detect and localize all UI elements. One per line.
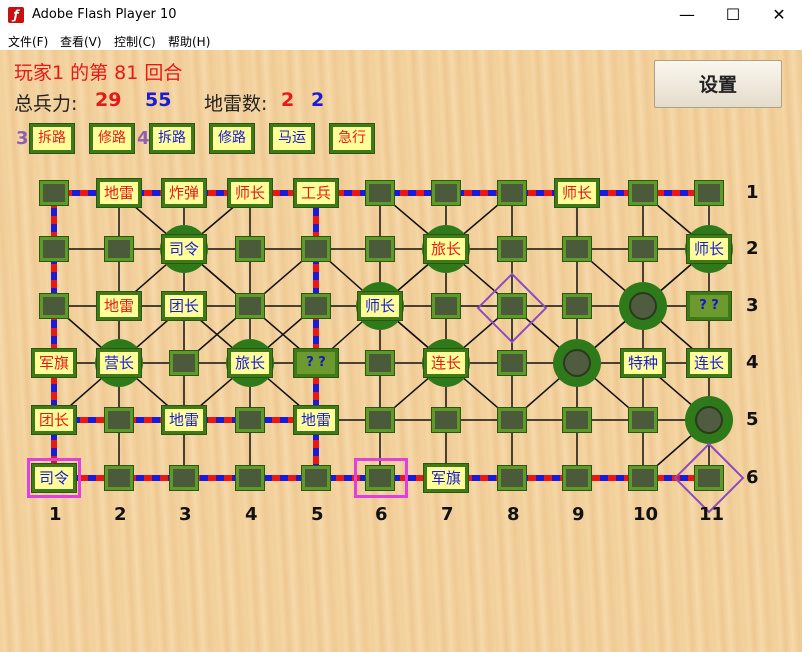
game-piece[interactable]: 地雷 (293, 405, 339, 435)
game-piece[interactable]: 团长 (31, 405, 77, 435)
game-piece[interactable]: 旅长 (227, 348, 273, 378)
row-label: 5 (746, 409, 759, 430)
empty-post[interactable] (694, 465, 724, 491)
game-piece[interactable]: 旅长 (423, 234, 469, 264)
game-piece[interactable]: 师长 (554, 178, 600, 208)
empty-post[interactable] (497, 180, 527, 206)
hidden-piece[interactable]: ? ? (293, 348, 339, 378)
hidden-piece[interactable]: ? ? (686, 291, 732, 321)
empty-post[interactable] (235, 236, 265, 262)
empty-post[interactable] (628, 180, 658, 206)
empty-post[interactable] (235, 407, 265, 433)
empty-post[interactable] (497, 350, 527, 376)
empty-post[interactable] (301, 293, 331, 319)
game-piece[interactable]: 地雷 (96, 178, 142, 208)
game-piece[interactable]: 团长 (161, 291, 207, 321)
empty-post[interactable] (497, 293, 527, 319)
column-label: 1 (49, 504, 62, 525)
empty-post[interactable] (562, 407, 592, 433)
empty-post[interactable] (628, 236, 658, 262)
column-label: 7 (441, 504, 454, 525)
empty-post[interactable] (431, 407, 461, 433)
column-label: 11 (699, 504, 725, 525)
column-label: 2 (114, 504, 127, 525)
game-piece[interactable]: 营长 (96, 348, 142, 378)
game-piece[interactable]: 军旗 (31, 348, 77, 378)
empty-post[interactable] (39, 236, 69, 262)
empty-post[interactable] (431, 180, 461, 206)
selection-highlight (354, 458, 408, 498)
row-label: 2 (746, 238, 759, 259)
row-label: 4 (746, 352, 759, 373)
empty-post[interactable] (301, 465, 331, 491)
empty-post[interactable] (365, 236, 395, 262)
camp-center-icon (695, 406, 723, 434)
game-piece[interactable]: 师长 (357, 291, 403, 321)
column-label: 8 (507, 504, 520, 525)
column-label: 5 (311, 504, 324, 525)
row-label: 1 (746, 182, 759, 203)
game-piece[interactable]: 师长 (686, 234, 732, 264)
camp-center-icon (629, 292, 657, 320)
empty-post[interactable] (365, 350, 395, 376)
empty-post[interactable] (39, 180, 69, 206)
empty-post[interactable] (104, 236, 134, 262)
empty-camp[interactable] (553, 339, 601, 387)
game-piece[interactable]: 司令 (161, 234, 207, 264)
empty-post[interactable] (497, 236, 527, 262)
empty-post[interactable] (365, 407, 395, 433)
empty-post[interactable] (39, 293, 69, 319)
game-piece[interactable]: 师长 (227, 178, 273, 208)
game-piece[interactable]: 军旗 (423, 463, 469, 493)
game-piece[interactable]: 特种 (620, 348, 666, 378)
empty-post[interactable] (365, 180, 395, 206)
row-label: 3 (746, 295, 759, 316)
column-label: 4 (245, 504, 258, 525)
empty-post[interactable] (562, 293, 592, 319)
game-piece[interactable]: 连长 (423, 348, 469, 378)
board-lines (51, 190, 710, 481)
empty-camp[interactable] (685, 396, 733, 444)
empty-post[interactable] (104, 465, 134, 491)
empty-post[interactable] (562, 465, 592, 491)
selection-highlight (27, 458, 81, 498)
row-label: 6 (746, 467, 759, 488)
camp-center-icon (563, 349, 591, 377)
empty-camp[interactable] (619, 282, 667, 330)
empty-post[interactable] (431, 293, 461, 319)
railway-segment (51, 193, 57, 478)
empty-post[interactable] (169, 350, 199, 376)
empty-post[interactable] (169, 465, 199, 491)
empty-post[interactable] (562, 236, 592, 262)
empty-post[interactable] (301, 236, 331, 262)
empty-post[interactable] (628, 465, 658, 491)
empty-post[interactable] (497, 465, 527, 491)
empty-post[interactable] (235, 465, 265, 491)
game-piece[interactable]: 地雷 (161, 405, 207, 435)
railway-segment (313, 193, 319, 478)
column-label: 9 (572, 504, 585, 525)
game-piece[interactable]: 连长 (686, 348, 732, 378)
game-piece[interactable]: 地雷 (96, 291, 142, 321)
game-piece[interactable]: 炸弹 (161, 178, 207, 208)
empty-post[interactable] (235, 293, 265, 319)
empty-post[interactable] (497, 407, 527, 433)
column-label: 6 (375, 504, 388, 525)
empty-post[interactable] (694, 180, 724, 206)
game-piece[interactable]: 工兵 (293, 178, 339, 208)
column-label: 10 (633, 504, 659, 525)
column-label: 3 (179, 504, 192, 525)
empty-post[interactable] (104, 407, 134, 433)
empty-post[interactable] (628, 407, 658, 433)
